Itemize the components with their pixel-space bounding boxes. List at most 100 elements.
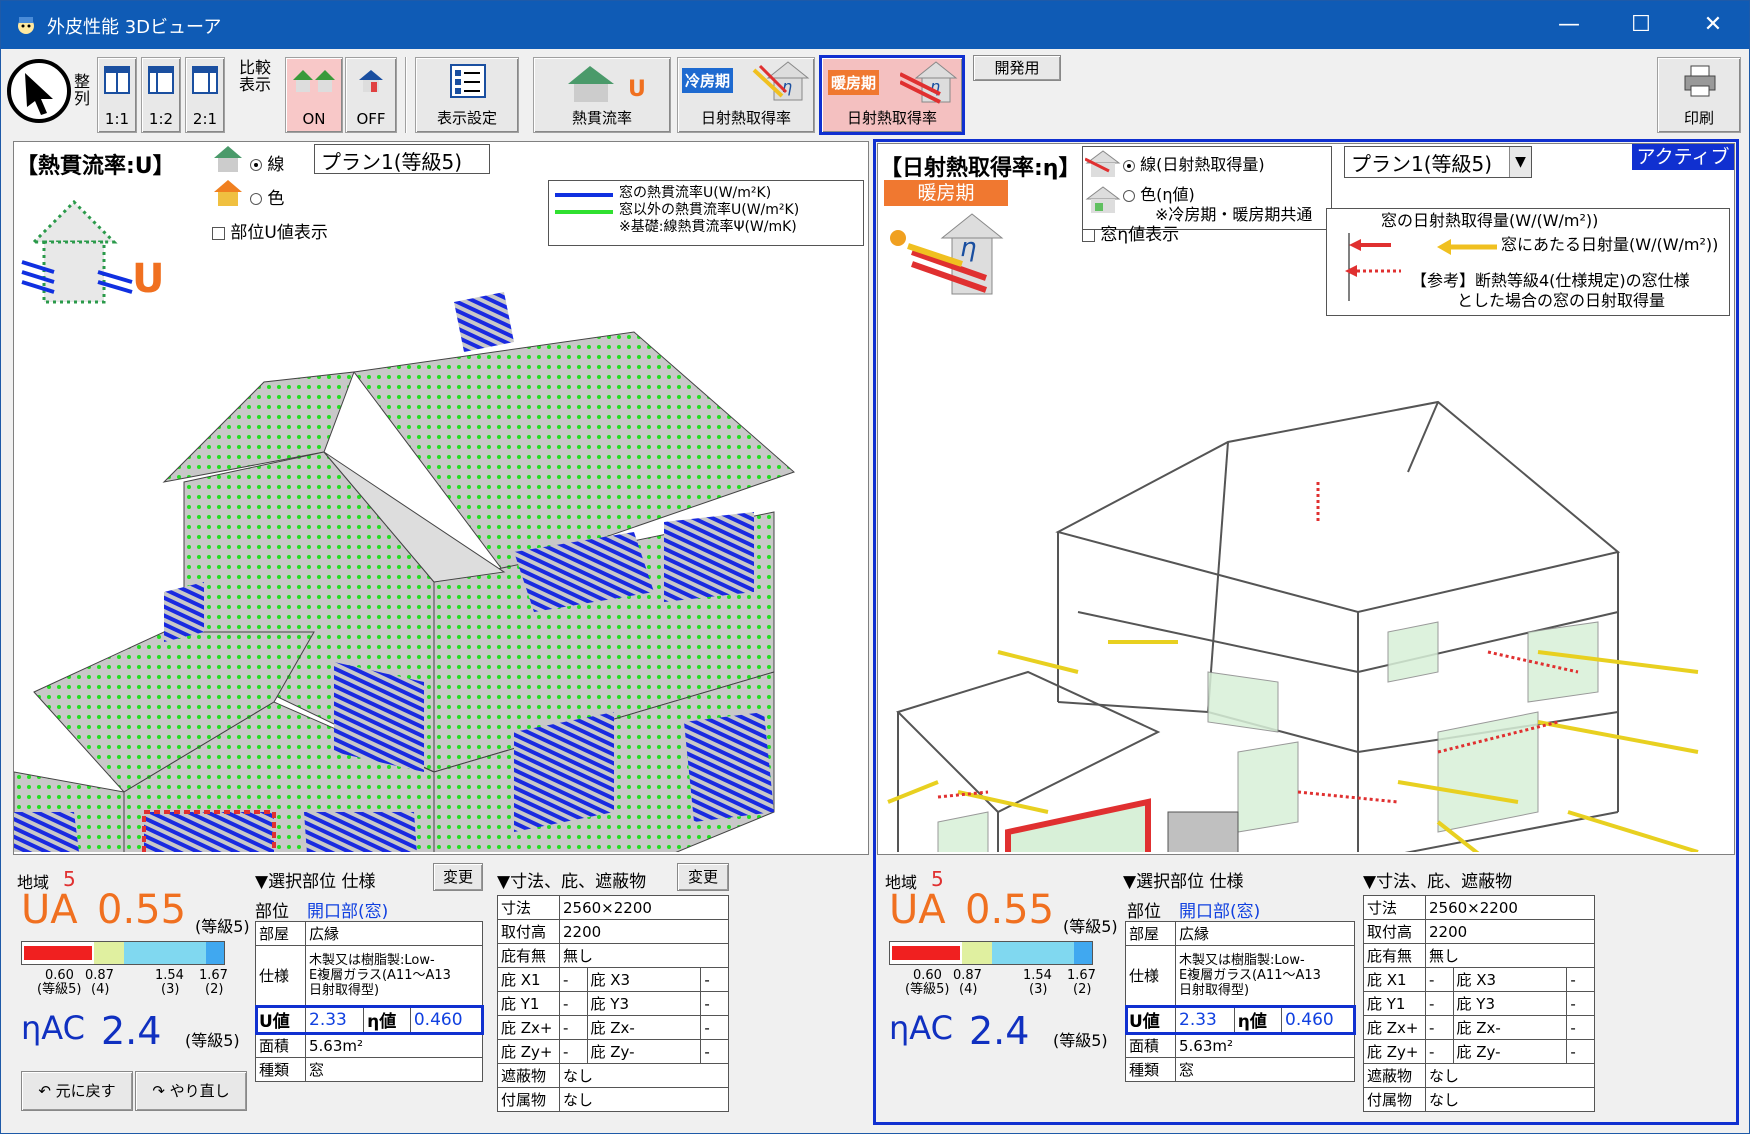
table-row: 取付高 2200 bbox=[497, 919, 729, 944]
svg-text:U: U bbox=[628, 77, 646, 102]
u-value: 2.33 bbox=[304, 1005, 365, 1034]
minimize-button[interactable]: — bbox=[1537, 1, 1601, 49]
zym-label: 庇 Zy- bbox=[1452, 1039, 1568, 1064]
window-title: 外皮性能 3Dビューア bbox=[47, 17, 222, 38]
house-icon bbox=[359, 70, 383, 92]
select-tool-button[interactable] bbox=[7, 59, 71, 123]
right-3d-house-model[interactable] bbox=[878, 292, 1734, 852]
zxm-value: - bbox=[1566, 1015, 1595, 1040]
table-row: 部屋 広縁 bbox=[1125, 921, 1355, 946]
table-row: 部屋 広縁 bbox=[255, 921, 483, 946]
radio-button[interactable] bbox=[250, 193, 262, 205]
app-window: 外皮性能 3Dビューア — ☐ ✕ 整列 1:1 1:2 2:1 比較表示 ON… bbox=[0, 0, 1750, 1134]
shield-label: 遮蔽物 bbox=[1363, 1063, 1426, 1088]
spec-line-1: 木製又は樹脂製:Low- bbox=[309, 953, 435, 968]
ratio-2-1-button[interactable]: 2:1 bbox=[185, 57, 225, 133]
x1-value: - bbox=[1425, 967, 1454, 992]
room-label: 部屋 bbox=[255, 921, 306, 946]
layout-icon bbox=[104, 66, 130, 94]
u-label: U値 bbox=[1125, 1005, 1176, 1034]
x1-value: - bbox=[559, 967, 588, 992]
ua-scale-bar bbox=[889, 941, 1093, 965]
left-opt-line: 線 bbox=[267, 155, 285, 175]
scale-grade2 bbox=[1074, 942, 1092, 964]
area-label: 面積 bbox=[1125, 1033, 1176, 1058]
eta-ac-grade: (等級5) bbox=[185, 1031, 240, 1050]
x3-value: - bbox=[1566, 967, 1595, 992]
print-button[interactable]: 印刷 bbox=[1657, 57, 1741, 133]
change-dimension-button[interactable]: 変更 bbox=[677, 863, 729, 891]
compare-on-button[interactable]: ON bbox=[285, 57, 343, 133]
ratio-1-2-button[interactable]: 1:2 bbox=[141, 57, 181, 133]
checkbox[interactable] bbox=[1082, 228, 1095, 242]
ua-value: 0.55 bbox=[965, 887, 1055, 933]
right-show-eta-checkbox[interactable]: 窓η値表示 bbox=[1082, 220, 1179, 245]
active-badge: アクティブ bbox=[1632, 144, 1734, 170]
scale-g5: (等級5) bbox=[905, 982, 950, 997]
scale-grade2 bbox=[206, 942, 224, 964]
radio-button[interactable] bbox=[250, 159, 262, 171]
left-viewport[interactable]: 【熱貫流率:U】 U 線 色 部位U値表示 プラン1(等級5) 窓の熱貫流率U(… bbox=[13, 141, 869, 855]
table-row: 庇 X1- 庇 X3- bbox=[497, 967, 729, 992]
radio-button[interactable] bbox=[1123, 159, 1135, 172]
heating-solar-button[interactable]: 暖房期 η 日射熱取得率 bbox=[819, 55, 965, 135]
checklist-icon bbox=[450, 64, 486, 98]
close-button[interactable]: ✕ bbox=[1681, 1, 1745, 49]
left-line-radio[interactable]: 線 bbox=[250, 150, 284, 175]
cooling-solar-button[interactable]: 冷房期 η 日射熱取得率 bbox=[677, 57, 815, 133]
left-color-radio[interactable]: 色 bbox=[250, 184, 284, 209]
zxp-label: 庇 Zx+ bbox=[1363, 1015, 1426, 1040]
zxm-label: 庇 Zx- bbox=[1452, 1015, 1568, 1040]
dev-button[interactable]: 開発用 bbox=[973, 55, 1061, 81]
x1-label: 庇 X1 bbox=[1363, 967, 1426, 992]
ua-label: UA bbox=[21, 887, 78, 933]
table-row: 仕様 木製又は樹脂製:Low- E複層ガラス(A11～A13 日射取得型) bbox=[255, 945, 483, 1006]
radio-button[interactable] bbox=[1123, 189, 1135, 202]
table-row: 仕様 木製又は樹脂製:Low- E複層ガラス(A11～A13 日射取得型) bbox=[1125, 945, 1355, 1006]
scale-087: 0.87 bbox=[953, 968, 982, 983]
eta-house-icon: η bbox=[900, 61, 958, 104]
height-label: 取付高 bbox=[1363, 919, 1426, 944]
compare-on-label: ON bbox=[302, 110, 326, 128]
compare-off-button[interactable]: OFF bbox=[345, 57, 397, 133]
zxp-label: 庇 Zx+ bbox=[497, 1015, 560, 1040]
left-3d-house-model[interactable] bbox=[14, 252, 866, 852]
zym-label: 庇 Zy- bbox=[586, 1039, 702, 1064]
right-show-eta-label: 窓η値表示 bbox=[1100, 225, 1180, 245]
u-eta-row: U値 2.33 η値 0.460 bbox=[1124, 1004, 1356, 1035]
table-row: 付属物 なし bbox=[497, 1087, 729, 1112]
left-show-u-checkbox[interactable]: 部位U値表示 bbox=[212, 218, 328, 243]
x3-label: 庇 X3 bbox=[586, 967, 702, 992]
redo-button[interactable]: ↷ やり直し bbox=[135, 1071, 247, 1111]
scale-060: 0.60 bbox=[913, 968, 942, 983]
chevron-down-icon[interactable]: ▼ bbox=[1509, 147, 1531, 177]
table-row: 寸法 2560×2200 bbox=[497, 895, 729, 920]
u-label: U値 bbox=[255, 1005, 306, 1034]
selected-part-header: ▼選択部位 仕様 bbox=[255, 872, 376, 892]
height-value: 2200 bbox=[559, 919, 729, 944]
right-viewport[interactable]: 【日射熱取得率:η】 暖房期 η 線(日射熱取得量) 色(η値) ※冷房期・暖房… bbox=[877, 143, 1735, 855]
ratio-1-1-button[interactable]: 1:1 bbox=[97, 57, 137, 133]
table-row: 遮蔽物 なし bbox=[497, 1063, 729, 1088]
scale-g2: (2) bbox=[1073, 982, 1092, 997]
right-plan-select[interactable]: プラン1(等級5) ▼ bbox=[1344, 146, 1532, 178]
scale-060: 0.60 bbox=[45, 968, 74, 983]
change-spec-button[interactable]: 変更 bbox=[433, 863, 483, 891]
thermal-transmittance-button[interactable]: U 熱貫流率 bbox=[533, 57, 671, 133]
right-line-radio[interactable]: 線(日射熱取得量) bbox=[1123, 151, 1265, 175]
spec-table: 部屋 広縁 仕様 木製又は樹脂製:Low- E複層ガラス(A11～A13 日射取得型) … bbox=[1124, 921, 1356, 1082]
display-settings-button[interactable]: 表示設定 bbox=[415, 57, 519, 133]
dimension-table: 寸法 2560×2200 取付高 2200 庇有無 無し 庇 X1- 庇 X3- 庇 Y… bbox=[1363, 895, 1595, 1112]
selected-part-header: ▼選択部位 仕様 bbox=[1123, 872, 1244, 892]
zyp-value: - bbox=[559, 1039, 588, 1064]
undo-button[interactable]: ↶ 元に戻す bbox=[21, 1071, 133, 1111]
eave-value: 無し bbox=[559, 943, 729, 968]
ua-indicator bbox=[24, 946, 92, 960]
table-row: 庇 Y1- 庇 Y3- bbox=[497, 991, 729, 1016]
left-plan-select[interactable]: プラン1(等級5) bbox=[314, 144, 490, 174]
redo-label: やり直し bbox=[169, 1082, 230, 1100]
checkbox[interactable] bbox=[212, 226, 225, 240]
maximize-button[interactable]: ☐ bbox=[1609, 1, 1673, 49]
shield-value: なし bbox=[559, 1063, 729, 1088]
zyp-label: 庇 Zy+ bbox=[1363, 1039, 1426, 1064]
